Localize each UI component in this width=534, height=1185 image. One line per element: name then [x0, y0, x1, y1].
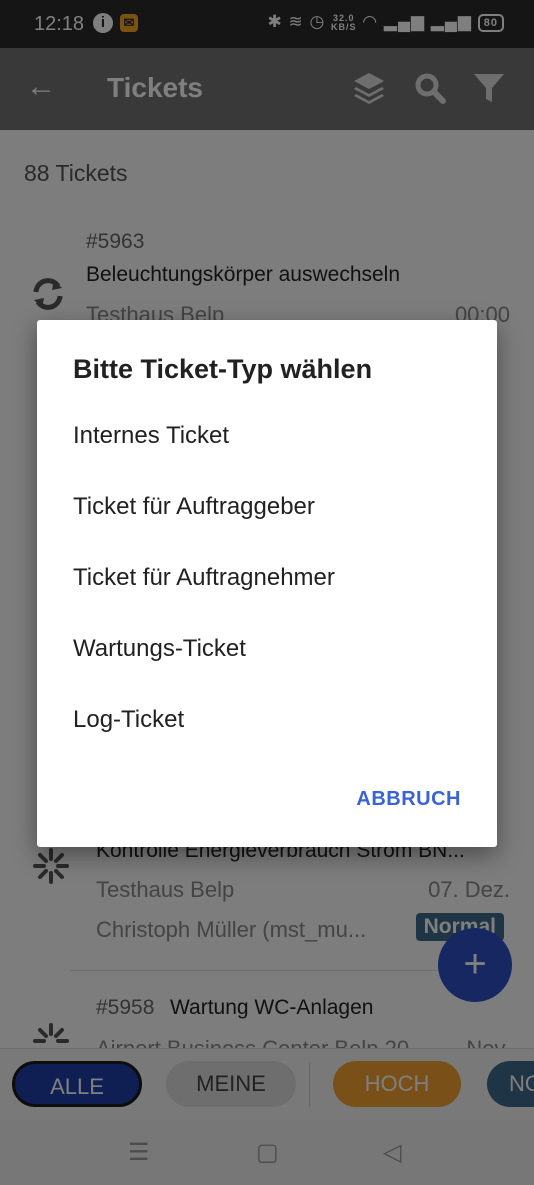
cancel-button[interactable]: ABBRUCH — [356, 788, 461, 811]
option-log-ticket[interactable]: Log-Ticket — [37, 685, 497, 755]
ticket-type-dialog: Bitte Ticket-Typ wählen Internes Ticket … — [37, 320, 497, 847]
dialog-title: Bitte Ticket-Typ wählen — [73, 354, 373, 384]
option-ticket-auftraggeber[interactable]: Ticket für Auftraggeber — [37, 472, 497, 542]
option-internes-ticket[interactable]: Internes Ticket — [37, 401, 497, 471]
option-ticket-auftragnehmer[interactable]: Ticket für Auftragnehmer — [37, 543, 497, 613]
option-wartungs-ticket[interactable]: Wartungs-Ticket — [37, 614, 497, 684]
